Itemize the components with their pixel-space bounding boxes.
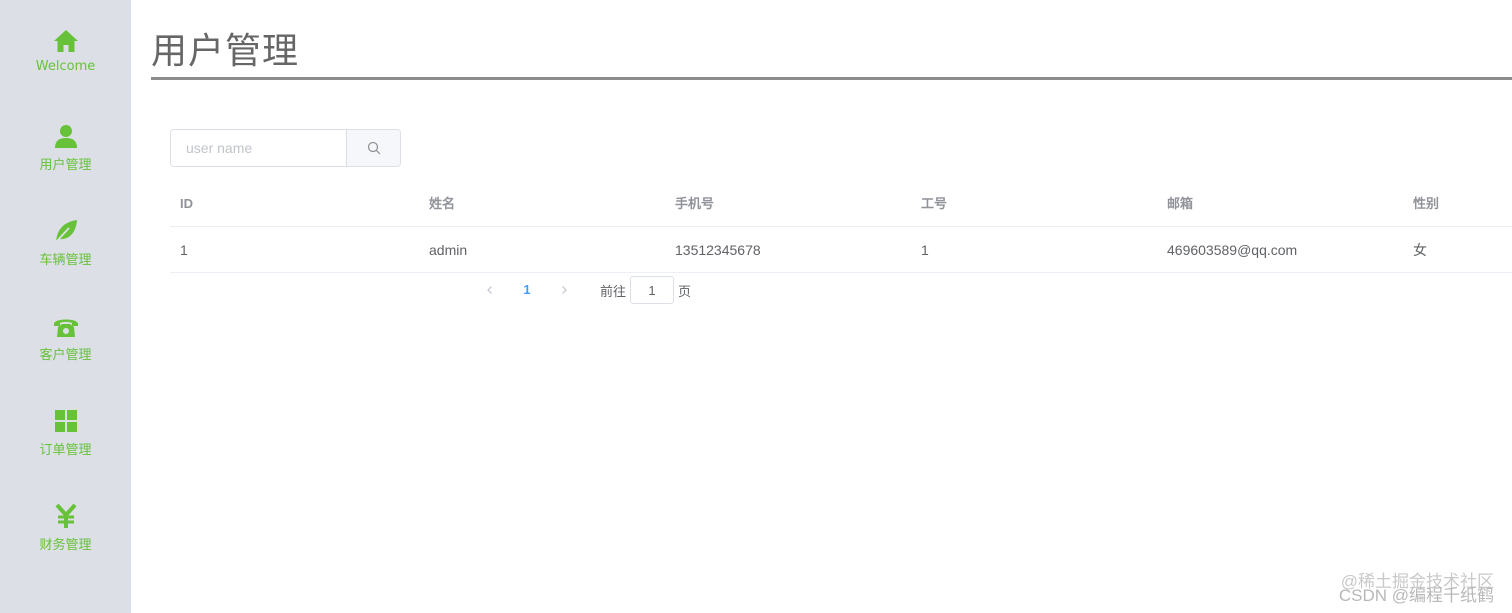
user-table: ID 姓名 手机号 工号 邮箱 性别 1 admin 13512345678 1… — [170, 181, 1512, 273]
column-header-email[interactable]: 邮箱 — [1157, 181, 1193, 227]
sidebar-item-label: 财务管理 — [39, 538, 92, 553]
chevron-left-icon — [487, 286, 492, 294]
title-divider — [151, 77, 1512, 80]
page-number-current[interactable]: 1 — [504, 276, 550, 304]
phone-icon — [53, 313, 79, 339]
sidebar-item-customers[interactable]: 客户管理 — [0, 285, 131, 380]
cell-phone: 13512345678 — [675, 242, 761, 258]
sidebar-item-welcome[interactable]: Welcome — [0, 0, 131, 95]
next-page-button[interactable] — [550, 276, 578, 304]
column-header-gender[interactable]: 性别 — [1403, 181, 1439, 227]
page-title: 用户管理 — [151, 31, 300, 72]
cell-name: admin — [429, 242, 468, 258]
goto-prefix-label: 前往 — [600, 283, 627, 299]
search-input[interactable] — [171, 130, 346, 166]
yen-icon — [53, 503, 79, 529]
search-button[interactable] — [346, 130, 400, 166]
watermark-line-2: CSDN @编程千纸鹤 — [1338, 586, 1494, 605]
page-jumper: 前往 页 — [600, 276, 691, 304]
search-box — [170, 129, 401, 167]
sidebar: Welcome 用户管理 车辆管理 客户管理 订单管理 财务管理 — [0, 0, 131, 613]
grid-icon — [53, 408, 79, 434]
sidebar-item-vehicles[interactable]: 车辆管理 — [0, 190, 131, 285]
sidebar-item-users[interactable]: 用户管理 — [0, 95, 131, 190]
column-header-id[interactable]: ID — [170, 181, 193, 227]
cell-gender: 女 — [1413, 242, 1427, 258]
cell-id: 1 — [180, 242, 188, 258]
table-header-row: ID 姓名 手机号 工号 邮箱 性别 — [170, 181, 1512, 227]
sidebar-item-label: 车辆管理 — [39, 253, 92, 268]
column-header-phone[interactable]: 手机号 — [665, 181, 714, 227]
table-row[interactable]: 1 admin 13512345678 1 469603589@qq.com 女 — [170, 227, 1512, 273]
goto-page-input[interactable] — [630, 276, 675, 304]
sidebar-item-label: Welcome — [35, 59, 96, 74]
cell-email: 469603589@qq.com — [1167, 242, 1298, 258]
goto-suffix-label: 页 — [678, 283, 692, 299]
column-header-employee-no[interactable]: 工号 — [911, 181, 947, 227]
pagination: 1 前往 页 — [476, 276, 691, 304]
sidebar-item-finance[interactable]: 财务管理 — [0, 475, 131, 570]
sidebar-item-orders[interactable]: 订单管理 — [0, 380, 131, 475]
home-icon — [53, 28, 79, 54]
leaf-icon — [53, 218, 79, 244]
user-icon — [53, 123, 79, 149]
sidebar-item-label: 订单管理 — [39, 443, 92, 458]
prev-page-button[interactable] — [476, 276, 504, 304]
main-content: 用户管理 ID 姓名 手机号 工号 邮箱 性别 1 admin 13512345… — [131, 0, 1512, 613]
sidebar-item-label: 用户管理 — [39, 158, 92, 173]
search-icon — [367, 141, 380, 155]
column-header-name[interactable]: 姓名 — [419, 181, 455, 227]
cell-employee-no: 1 — [921, 242, 929, 258]
chevron-right-icon — [562, 286, 567, 294]
sidebar-item-label: 客户管理 — [39, 348, 92, 363]
